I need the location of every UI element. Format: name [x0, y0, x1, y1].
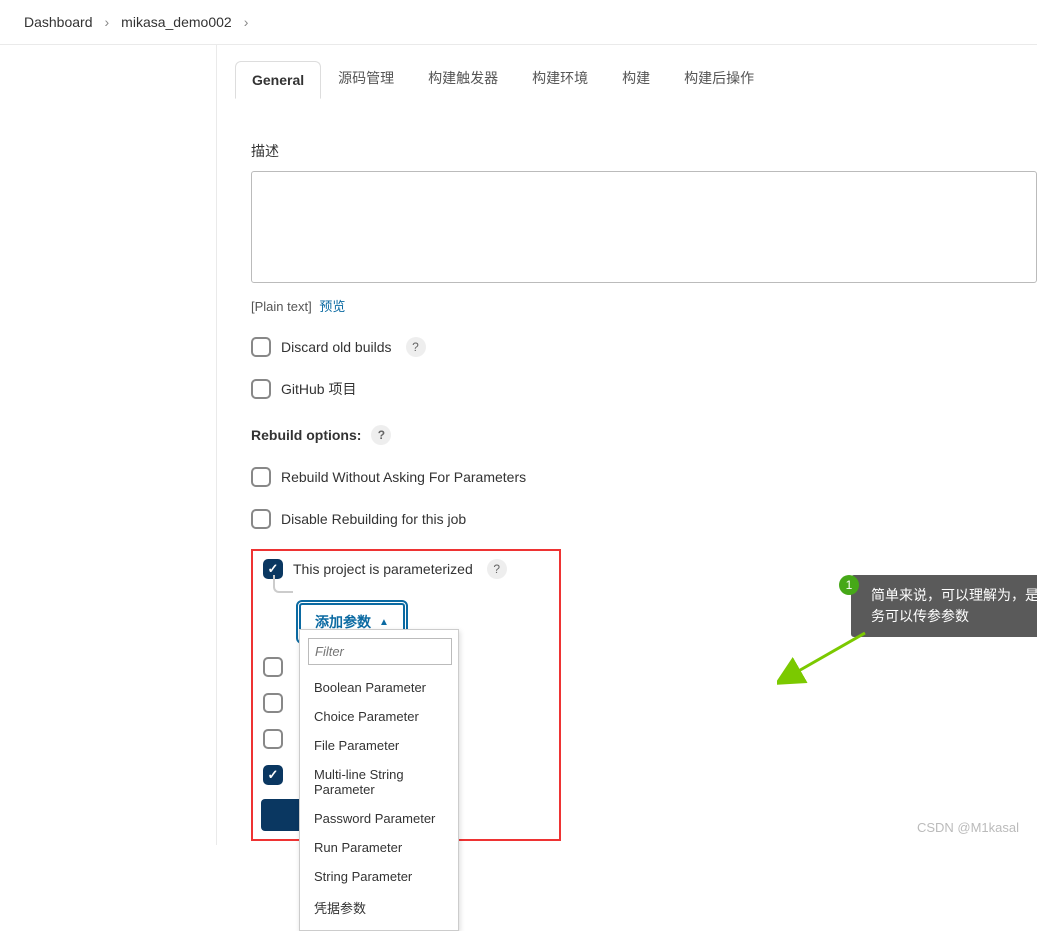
hidden-checkbox-checked[interactable]: [263, 765, 283, 785]
param-option-password[interactable]: Password Parameter: [300, 804, 458, 833]
discard-old-builds-checkbox[interactable]: [251, 337, 271, 357]
param-option-multiline[interactable]: Multi-line String Parameter: [300, 760, 458, 804]
tab-build[interactable]: 构建: [605, 57, 667, 99]
chevron-right-icon: ›: [105, 14, 110, 30]
param-option-string[interactable]: String Parameter: [300, 862, 458, 891]
annotation-arrow-icon: [777, 629, 877, 689]
param-option-boolean[interactable]: Boolean Parameter: [300, 673, 458, 702]
parameter-options-list: Boolean Parameter Choice Parameter File …: [300, 673, 458, 930]
hidden-checkbox[interactable]: [263, 693, 283, 713]
breadcrumb: Dashboard › mikasa_demo002 ›: [0, 0, 1037, 45]
help-icon[interactable]: ?: [487, 559, 507, 579]
breadcrumb-job[interactable]: mikasa_demo002: [121, 14, 232, 30]
plain-text-label: [Plain text]: [251, 299, 312, 314]
rebuild-noask-label: Rebuild Without Asking For Parameters: [281, 469, 526, 485]
github-project-checkbox[interactable]: [251, 379, 271, 399]
add-parameter-dropdown: Boolean Parameter Choice Parameter File …: [299, 629, 459, 931]
hidden-checkbox[interactable]: [263, 729, 283, 749]
sidebar: [0, 45, 217, 845]
parameter-filter-input[interactable]: [308, 638, 452, 665]
annotation-badge: 1: [839, 575, 859, 595]
caret-up-icon: ▲: [379, 617, 389, 628]
chevron-right-icon: ›: [244, 14, 249, 30]
watermark: CSDN @M1kasal: [917, 820, 1019, 835]
disable-rebuilding-checkbox[interactable]: [251, 509, 271, 529]
annotation-text: 简单来说，可以理解为，是实现jenkins里面的这个步骤，任务可以传参参数: [851, 575, 1037, 637]
disable-rebuilding-label: Disable Rebuilding for this job: [281, 511, 466, 527]
tab-general[interactable]: General: [235, 61, 321, 99]
description-textarea[interactable]: [251, 171, 1037, 283]
discard-old-builds-label: Discard old builds: [281, 339, 392, 355]
rebuild-noask-checkbox[interactable]: [251, 467, 271, 487]
help-icon[interactable]: ?: [371, 425, 391, 445]
help-icon[interactable]: ?: [406, 337, 426, 357]
param-option-choice[interactable]: Choice Parameter: [300, 702, 458, 731]
config-tabs: General 源码管理 构建触发器 构建环境 构建 构建后操作: [217, 45, 1037, 99]
preview-link[interactable]: 预览: [319, 299, 345, 314]
annotation-callout: 1 简单来说，可以理解为，是实现jenkins里面的这个步骤，任务可以传参参数: [839, 575, 1037, 637]
rebuild-options-heading: Rebuild options: ?: [251, 425, 1037, 445]
description-label: 描述: [251, 141, 1037, 161]
github-project-label: GitHub 项目: [281, 379, 356, 399]
parameterized-label: This project is parameterized: [293, 561, 473, 577]
tree-connector: [273, 575, 293, 593]
hidden-checkbox[interactable]: [263, 657, 283, 677]
tab-triggers[interactable]: 构建触发器: [411, 57, 515, 99]
highlighted-section: This project is parameterized ? 添加参数 ▲ B…: [251, 549, 561, 841]
tab-post[interactable]: 构建后操作: [667, 57, 771, 99]
tab-scm[interactable]: 源码管理: [321, 57, 411, 99]
param-option-credentials[interactable]: 凭据参数: [300, 891, 458, 924]
param-option-file[interactable]: File Parameter: [300, 731, 458, 760]
param-option-run[interactable]: Run Parameter: [300, 833, 458, 862]
breadcrumb-dashboard[interactable]: Dashboard: [24, 14, 93, 30]
tab-env[interactable]: 构建环境: [515, 57, 605, 99]
